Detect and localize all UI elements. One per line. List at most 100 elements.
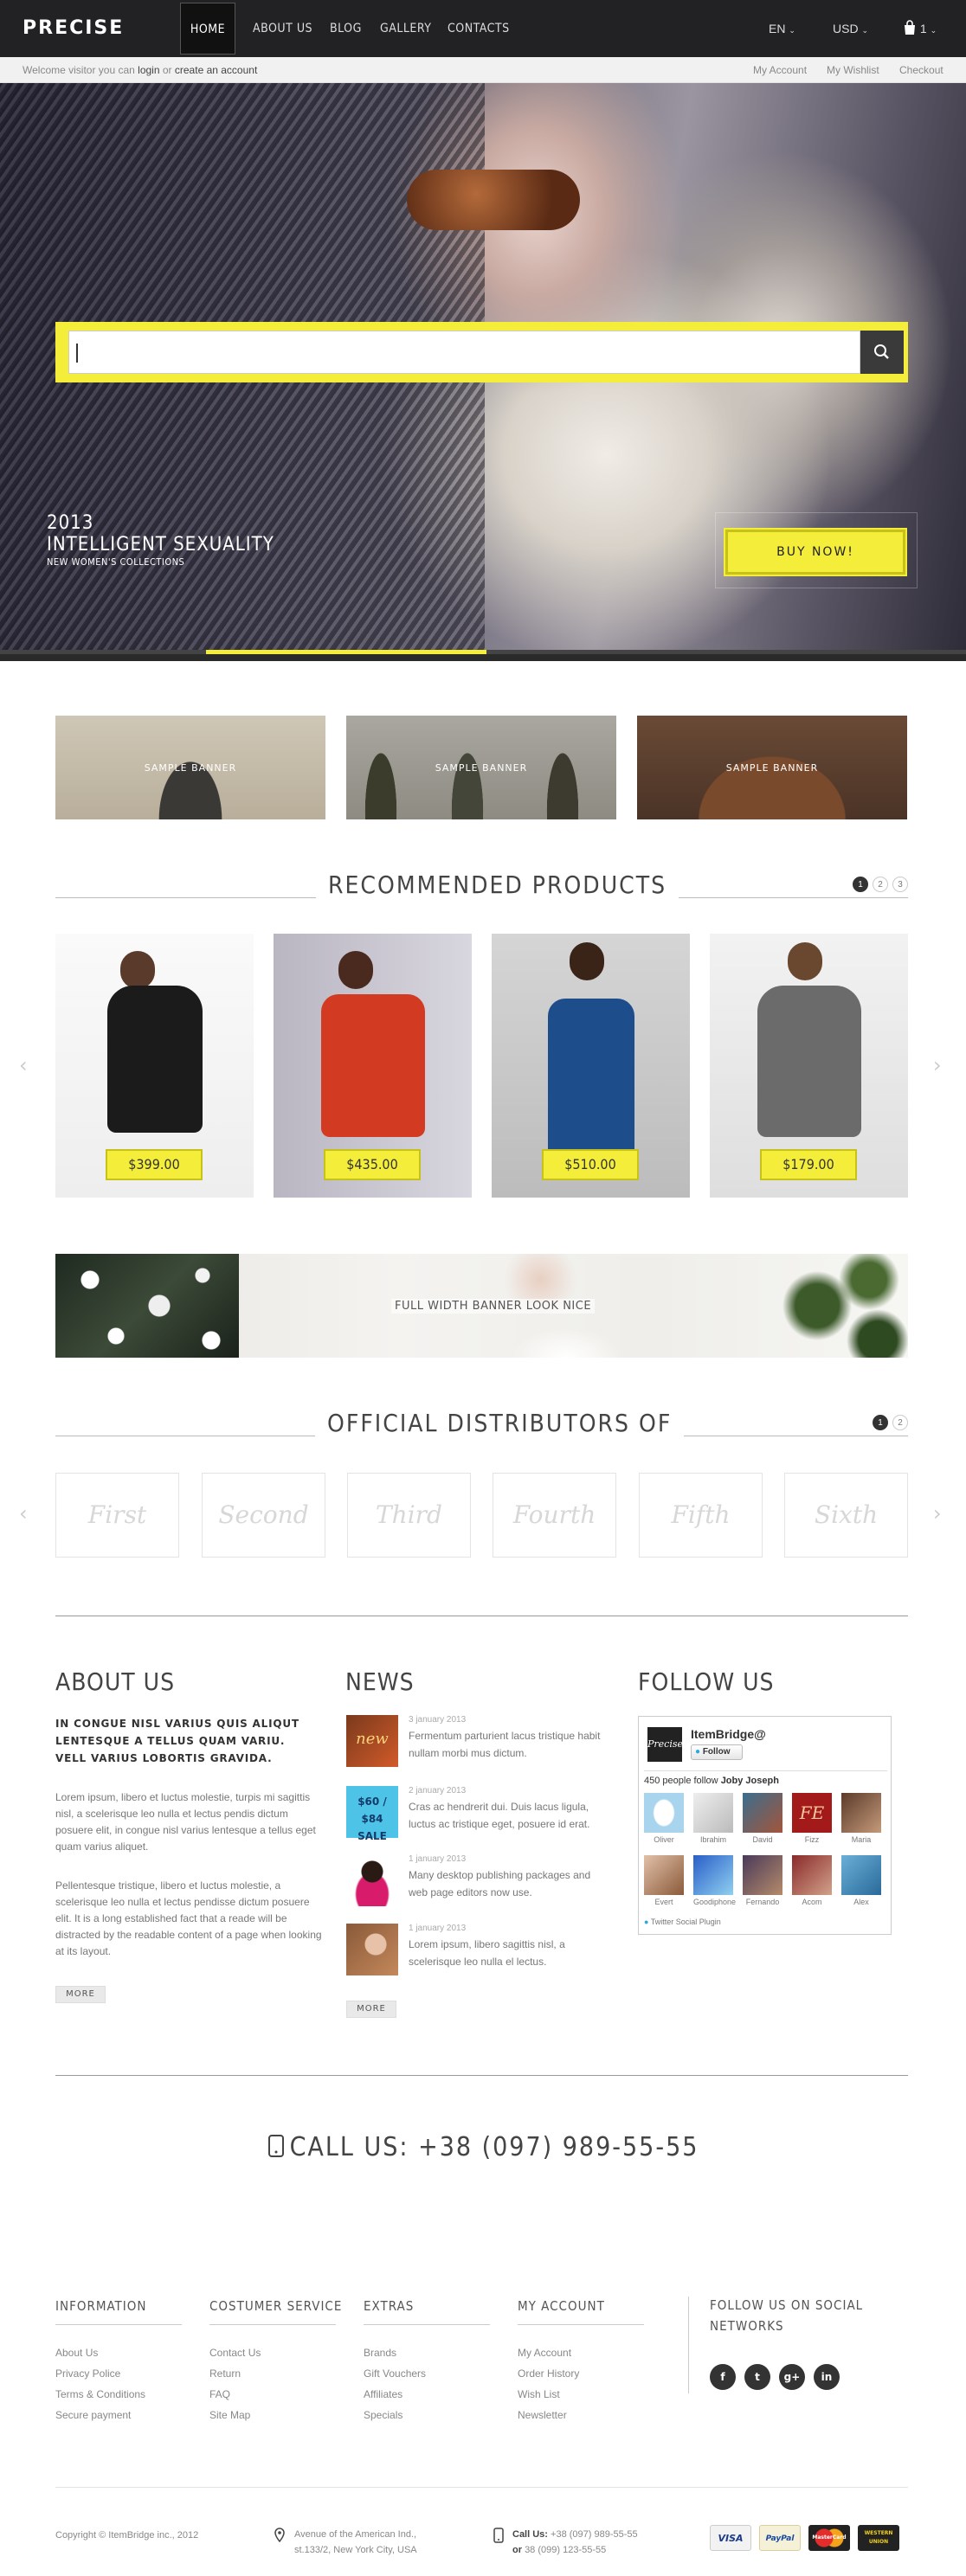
- distributor-logo-fifth[interactable]: Fifth: [639, 1473, 763, 1558]
- linkedin-icon[interactable]: in: [814, 2364, 840, 2390]
- follower-name: Alex: [853, 1898, 869, 1906]
- footer-link-my-account[interactable]: My Account: [518, 2347, 571, 2359]
- page-dot-3[interactable]: 3: [892, 877, 908, 892]
- news-item[interactable]: new 3 january 2013 Fermentum parturient …: [346, 1715, 600, 1770]
- product-card-4[interactable]: $179.00: [710, 934, 908, 1198]
- sample-banner-2[interactable]: SAMPLE BANNER: [346, 716, 616, 819]
- address-line-1: Avenue of the American Ind.,: [294, 2529, 417, 2540]
- nav-contacts[interactable]: CONTACTS: [448, 0, 510, 57]
- cart-button[interactable]: 1 ⌄: [903, 0, 937, 57]
- footer-link-gift-vouchers[interactable]: Gift Vouchers: [364, 2367, 426, 2380]
- hero-caption: 2013 INTELLIGENT SEXUALITY NEW WOMEN'S C…: [47, 512, 274, 568]
- distributors-title: OFFICIAL DISTRIBUTORS OF: [315, 1409, 685, 1437]
- nav-home[interactable]: HOME: [180, 3, 235, 55]
- distributor-logo-fourth[interactable]: Fourth: [493, 1473, 616, 1558]
- twitter-plugin-credit[interactable]: ● Twitter Social Plugin: [644, 1918, 721, 1926]
- about-us-title: ABOUT US: [55, 1667, 176, 1696]
- footer-link-brands[interactable]: Brands: [364, 2347, 396, 2359]
- full-width-banner[interactable]: FULL WIDTH BANNER LOOK NICE: [55, 1254, 908, 1358]
- footer-link-contact-us[interactable]: Contact Us: [209, 2347, 261, 2359]
- follower-name: Oliver: [654, 1835, 674, 1844]
- google-plus-icon[interactable]: g+: [779, 2364, 805, 2390]
- my-wishlist-link[interactable]: My Wishlist: [827, 64, 879, 76]
- distributor-logo-third[interactable]: Third: [347, 1473, 471, 1558]
- news-item[interactable]: 1 january 2013 Many desktop publishing p…: [346, 1854, 597, 1910]
- follower-avatar[interactable]: Goodiphone: [693, 1855, 736, 1906]
- chevron-down-icon: ⌄: [930, 26, 937, 35]
- sample-banner-3[interactable]: SAMPLE BANNER: [637, 716, 907, 819]
- page-dot-1[interactable]: 1: [853, 877, 868, 892]
- page-dot-2[interactable]: 2: [892, 1415, 908, 1430]
- avatar: [644, 1855, 684, 1895]
- product-price: $510.00: [542, 1149, 639, 1180]
- my-account-link[interactable]: My Account: [753, 64, 807, 76]
- twitter-icon[interactable]: t: [744, 2364, 770, 2390]
- distributor-logo-first[interactable]: First: [55, 1473, 179, 1558]
- nav-blog[interactable]: BLOG: [330, 0, 362, 57]
- product-price: $179.00: [760, 1149, 857, 1180]
- footer-link-return[interactable]: Return: [209, 2367, 241, 2380]
- footer-link-affiliates[interactable]: Affiliates: [364, 2388, 402, 2400]
- footer-link-specials[interactable]: Specials: [364, 2409, 402, 2421]
- login-link[interactable]: login: [138, 64, 159, 76]
- footer-link-faq[interactable]: FAQ: [209, 2388, 230, 2400]
- create-account-link[interactable]: create an account: [175, 64, 257, 76]
- chevron-down-icon: ⌄: [861, 26, 868, 35]
- product-card-2[interactable]: $435.00: [274, 934, 472, 1198]
- footer-link-site-map[interactable]: Site Map: [209, 2409, 250, 2421]
- footer-link-wish-list[interactable]: Wish List: [518, 2388, 560, 2400]
- section-divider: [55, 2075, 908, 2076]
- footer-link-terms[interactable]: Terms & Conditions: [55, 2388, 145, 2400]
- search-input[interactable]: [68, 331, 860, 374]
- follower-avatar[interactable]: Ibrahim: [693, 1793, 733, 1844]
- news-text: Fermentum parturient lacus tristique hab…: [409, 1730, 601, 1759]
- buy-now-button[interactable]: BUY NOW!: [724, 528, 907, 576]
- currency-select[interactable]: USD ⌄: [833, 0, 868, 57]
- page-dot-2[interactable]: 2: [873, 877, 888, 892]
- follower-avatar[interactable]: David: [743, 1793, 782, 1844]
- follower-avatar[interactable]: Maria: [841, 1793, 881, 1844]
- product-card-1[interactable]: $399.00: [55, 934, 254, 1198]
- logo[interactable]: PRECISE: [23, 17, 124, 39]
- facebook-icon[interactable]: f: [710, 2364, 736, 2390]
- news-more-button[interactable]: MORE: [346, 2001, 396, 2018]
- sample-banner-1[interactable]: SAMPLE BANNER: [55, 716, 325, 819]
- search-button[interactable]: [860, 331, 904, 374]
- distributors-next-arrow[interactable]: ›: [933, 1501, 942, 1526]
- carousel-next-arrow[interactable]: ›: [933, 1053, 942, 1077]
- footer-customer-service-title: COSTUMER SERVICE: [209, 2298, 343, 2314]
- news-item[interactable]: $60 / $84 SALE 2 january 2013 Cras ac he…: [346, 1786, 597, 1842]
- follower-avatar[interactable]: Acom: [792, 1855, 832, 1906]
- product-card-3[interactable]: $510.00: [492, 934, 690, 1198]
- twitter-account-logo[interactable]: Precise: [647, 1727, 683, 1762]
- carousel-prev-arrow[interactable]: ‹: [19, 1053, 28, 1077]
- footer-link-newsletter[interactable]: Newsletter: [518, 2409, 567, 2421]
- avatar: [841, 1793, 881, 1833]
- distributors-prev-arrow[interactable]: ‹: [19, 1501, 28, 1526]
- follower-avatar[interactable]: FE Fizz: [792, 1793, 832, 1844]
- news-item[interactable]: 1 january 2013 Lorem ipsum, libero sagit…: [346, 1924, 597, 1979]
- twitter-follow-button[interactable]: ● Follow: [691, 1744, 743, 1760]
- nav-gallery[interactable]: GALLERY: [380, 0, 431, 57]
- footer-link-about-us[interactable]: About Us: [55, 2347, 98, 2359]
- follower-avatar[interactable]: Fernando: [743, 1855, 782, 1906]
- footer-link-secure-payment[interactable]: Secure payment: [55, 2409, 131, 2421]
- western-union-card-icon: WESTERN UNION: [858, 2525, 899, 2551]
- follower-avatar[interactable]: Alex: [841, 1855, 881, 1906]
- distributor-logo-sixth[interactable]: Sixth: [784, 1473, 908, 1558]
- follow-us-title: FOLLOW US: [638, 1667, 775, 1696]
- twitter-account-name[interactable]: ItemBridge@: [691, 1727, 766, 1741]
- footer-link-order-history[interactable]: Order History: [518, 2367, 579, 2380]
- news-text: Many desktop publishing packages and web…: [409, 1869, 591, 1898]
- distributor-logo-second[interactable]: Second: [202, 1473, 325, 1558]
- about-more-button[interactable]: MORE: [55, 1986, 106, 2003]
- follower-name: Evert: [654, 1898, 673, 1906]
- language-select[interactable]: EN ⌄: [769, 0, 795, 57]
- follower-avatar[interactable]: Oliver: [644, 1793, 684, 1844]
- nav-about-us[interactable]: ABOUT US: [253, 0, 312, 57]
- follower-avatar[interactable]: Evert: [644, 1855, 684, 1906]
- footer-link-privacy[interactable]: Privacy Police: [55, 2367, 120, 2380]
- checkout-link[interactable]: Checkout: [899, 64, 943, 76]
- page-dot-1[interactable]: 1: [873, 1415, 888, 1430]
- call-us-text: CALL US: +38 (097) 989-55-55: [289, 2132, 699, 2162]
